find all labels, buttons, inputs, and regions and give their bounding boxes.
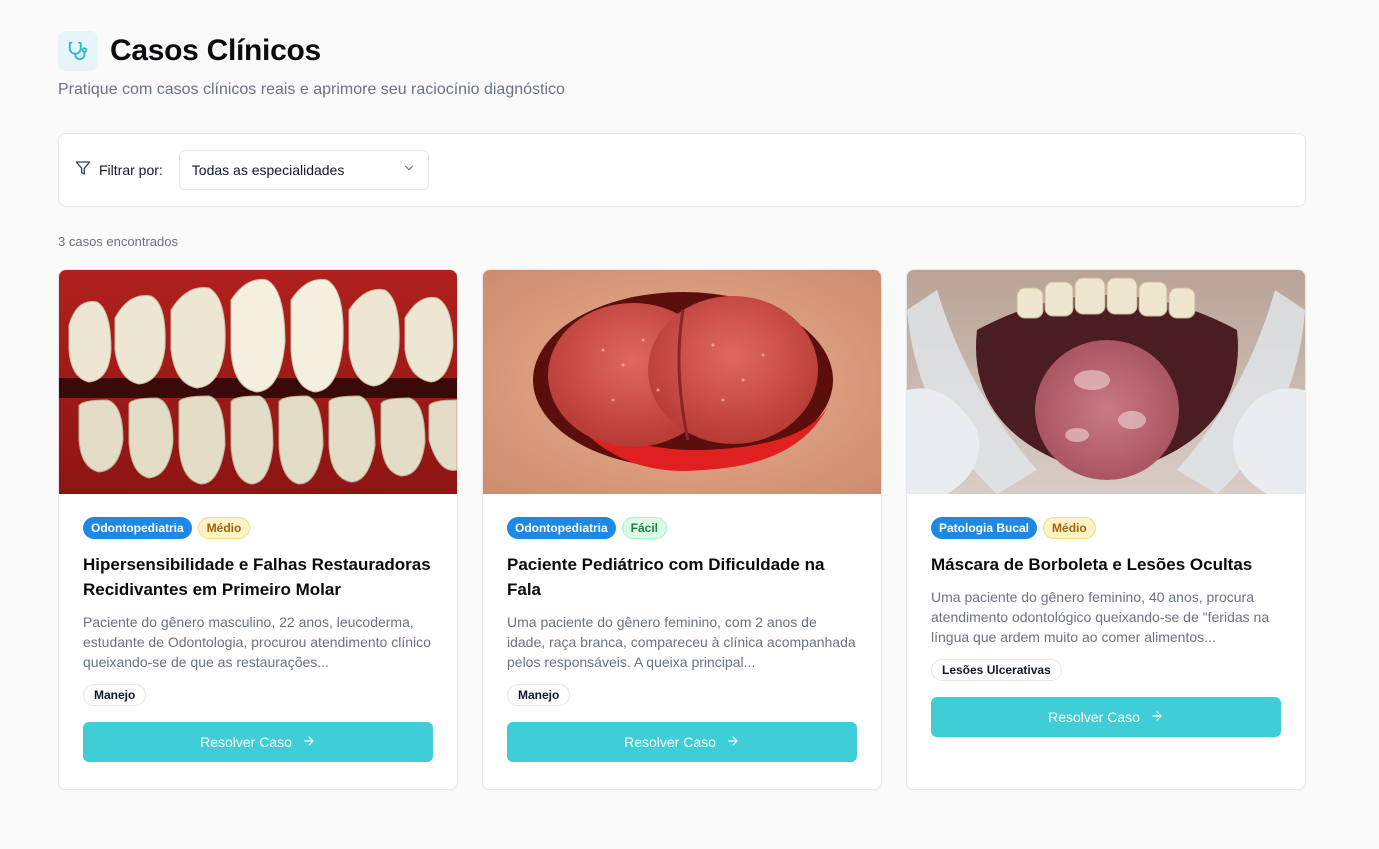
case-description: Uma paciente do gênero feminino, com 2 a… [507, 614, 856, 670]
card-body: Odontopediatria Fácil Paciente Pediátric… [483, 494, 881, 762]
case-tag: Manejo [507, 684, 571, 706]
case-description: Paciente do gênero masculino, 22 anos, l… [83, 614, 431, 670]
case-image-teeth [59, 270, 457, 494]
page-header: Casos Clínicos [58, 30, 1306, 72]
page: Casos Clínicos Pratique com casos clínic… [58, 30, 1306, 790]
card-badges: Odontopediatria Médio [83, 517, 433, 539]
case-tag: Lesões Ulcerativas [931, 659, 1062, 681]
card-body: Odontopediatria Médio Hipersensibilidade… [59, 494, 457, 762]
difficulty-badge: Médio [197, 517, 251, 539]
case-card: Patologia Bucal Médio Máscara de Borbole… [906, 269, 1306, 790]
specialty-badge: Odontopediatria [507, 517, 616, 539]
stethoscope-icon [58, 31, 98, 71]
case-card: Odontopediatria Fácil Paciente Pediátric… [482, 269, 882, 790]
page-title: Casos Clínicos [110, 34, 321, 67]
card-badges: Patologia Bucal Médio [931, 517, 1281, 539]
card-body: Patologia Bucal Médio Máscara de Borbole… [907, 494, 1305, 737]
case-description: Uma paciente do gênero feminino, 40 anos… [931, 589, 1270, 645]
resolve-case-button[interactable]: Resolver Caso [83, 722, 433, 762]
specialty-badge: Odontopediatria [83, 517, 192, 539]
filter-label-group: Filtrar por: [75, 160, 163, 181]
difficulty-badge: Fácil [621, 517, 668, 539]
case-card: Odontopediatria Médio Hipersensibilidade… [58, 269, 458, 790]
results-count: 3 casos encontrados [58, 234, 178, 249]
arrow-right-icon [302, 734, 316, 751]
difficulty-badge: Médio [1043, 517, 1096, 539]
case-title: Hipersensibilidade e Falhas Restauradora… [83, 555, 431, 599]
arrow-right-icon [726, 734, 740, 751]
resolve-case-label: Resolver Caso [1048, 709, 1140, 725]
arrow-right-icon [1150, 709, 1164, 726]
filter-icon [75, 160, 91, 181]
filter-bar: Filtrar por: Todas as especialidades [58, 133, 1306, 207]
case-image-retractor [907, 270, 1305, 494]
case-cards: Odontopediatria Médio Hipersensibilidade… [58, 269, 1306, 791]
resolve-case-label: Resolver Caso [624, 734, 716, 750]
card-badges: Odontopediatria Fácil [507, 517, 857, 539]
filter-label: Filtrar por: [99, 162, 163, 178]
case-title: Paciente Pediátrico com Dificuldade na F… [507, 555, 825, 599]
resolve-case-button[interactable]: Resolver Caso [931, 697, 1281, 737]
chevron-down-icon [402, 161, 416, 180]
page-subtitle: Pratique com casos clínicos reais e apri… [58, 81, 565, 98]
case-title: Máscara de Borboleta e Lesões Ocultas [931, 555, 1253, 574]
resolve-case-button[interactable]: Resolver Caso [507, 722, 857, 762]
case-image-tongue [483, 270, 881, 494]
specialty-select-value: Todas as especialidades [191, 162, 345, 178]
resolve-case-label: Resolver Caso [200, 734, 292, 750]
specialty-select[interactable]: Todas as especialidades [178, 150, 429, 190]
case-tag: Manejo [83, 684, 147, 706]
specialty-badge: Patologia Bucal [931, 517, 1038, 539]
